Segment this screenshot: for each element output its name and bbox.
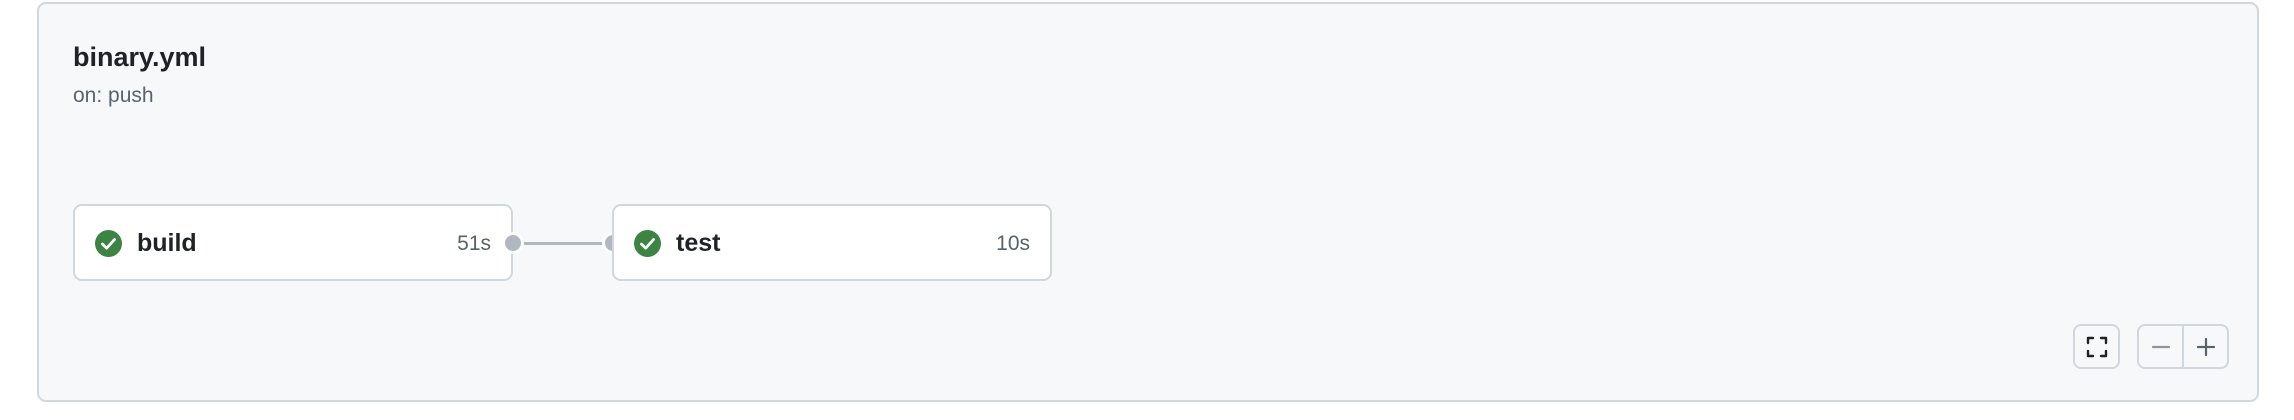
zoom-controls xyxy=(2137,324,2229,369)
job-connector-line xyxy=(523,242,603,245)
workflow-title: binary.yml xyxy=(73,42,207,72)
job-name: test xyxy=(676,229,721,257)
job-duration: 10s xyxy=(996,232,1030,255)
workflow-graph-panel: binary.yml on: push build 51s test 10s xyxy=(37,2,2259,402)
job-output-port xyxy=(502,232,524,254)
fullscreen-icon xyxy=(2086,336,2107,357)
plus-icon xyxy=(2196,337,2215,356)
job-name: build xyxy=(137,229,197,257)
job-card-test[interactable]: test 10s xyxy=(612,204,1052,281)
zoom-out-button[interactable] xyxy=(2139,326,2182,367)
fullscreen-button[interactable] xyxy=(2073,324,2120,369)
minus-icon xyxy=(2151,345,2170,348)
zoom-in-button[interactable] xyxy=(2182,326,2227,367)
workflow-trigger: on: push xyxy=(73,84,154,107)
check-circle-fill-icon xyxy=(634,230,661,257)
job-card-build[interactable]: build 51s xyxy=(73,204,513,281)
job-duration: 51s xyxy=(457,232,491,255)
check-circle-fill-icon xyxy=(95,230,122,257)
